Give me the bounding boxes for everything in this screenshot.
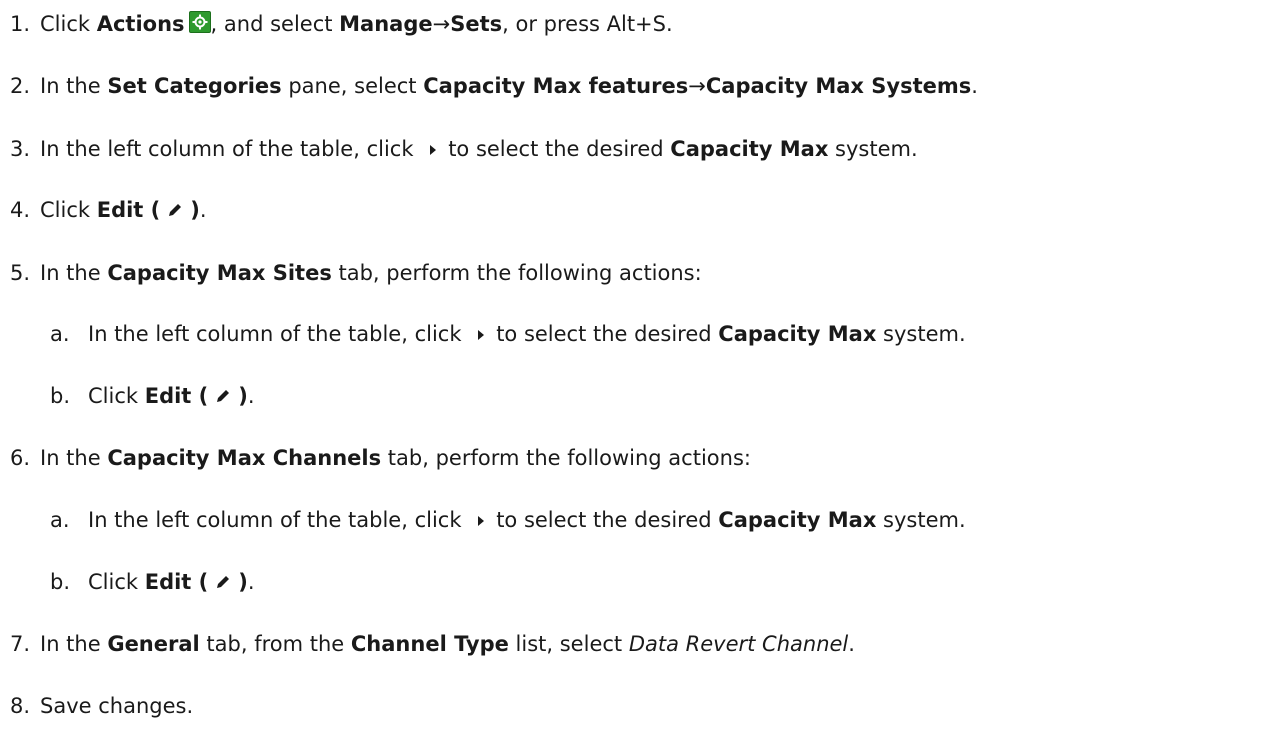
triangle-right-icon [478,516,485,526]
step-number: 1. [10,12,31,36]
step-number: b. [50,384,71,408]
triangle-right-icon [430,145,437,155]
step-number: 6. [10,446,31,470]
step-number: 2. [10,74,31,98]
step-number: a. [50,508,70,532]
gear-icon [188,11,211,33]
step-number: b. [50,570,71,594]
step-number: 8. [10,694,31,718]
step-number: 7. [10,632,31,656]
step-number: 5. [10,261,31,285]
step-number: 3. [10,137,31,161]
triangle-right-icon [478,330,485,340]
pencil-icon [214,570,232,598]
pencil-icon [166,198,184,226]
step-number: 4. [10,198,31,222]
pencil-icon [214,384,232,412]
step-number: a. [50,322,70,346]
actions-label: Actions [96,12,185,36]
